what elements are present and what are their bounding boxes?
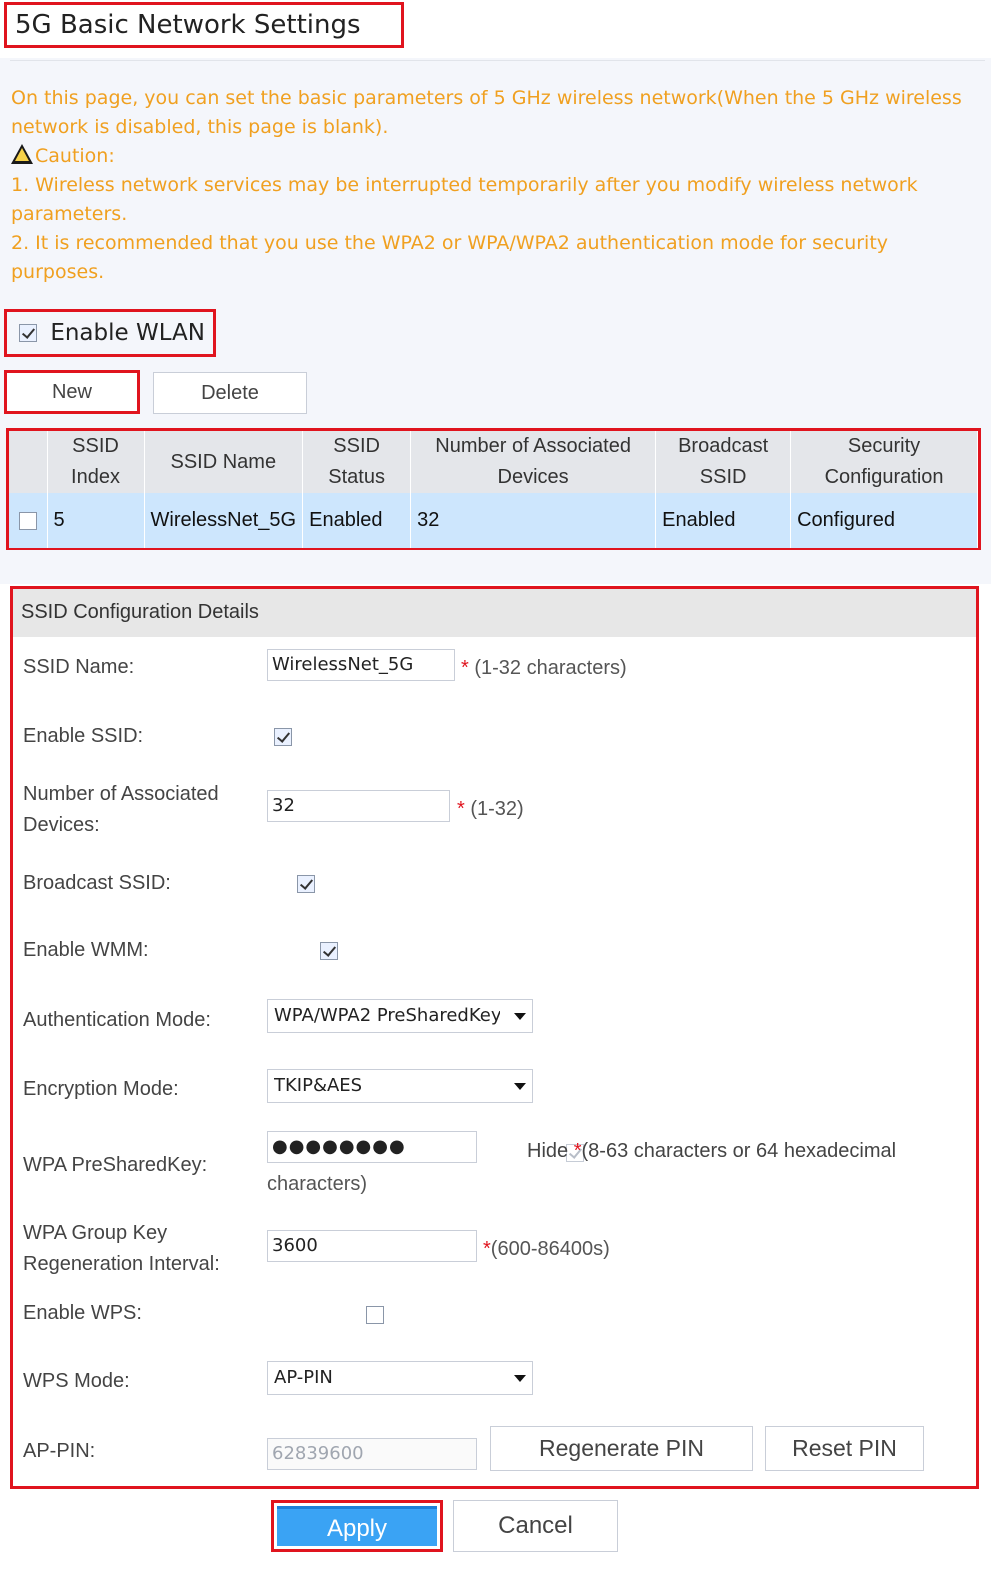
column-header-ssid-index: SSID Index bbox=[47, 431, 145, 493]
psk-label: WPA PreSharedKey: bbox=[23, 1154, 208, 1176]
warning-icon bbox=[11, 144, 33, 164]
broadcast-ssid-checkbox[interactable] bbox=[297, 874, 316, 893]
table-header-row: SSID Index SSID Name SSID Status Number of… bbox=[9, 431, 978, 493]
wps-mode-label: WPS Mode: bbox=[23, 1370, 130, 1392]
associated-devices-hint: * (1-32) bbox=[457, 798, 524, 820]
group-key-input[interactable]: 3600 bbox=[267, 1230, 477, 1262]
enable-wmm-checkbox[interactable] bbox=[320, 941, 339, 960]
ssid-name-input[interactable]: WirelessNet_5G bbox=[267, 649, 455, 681]
table-row[interactable]: 5 WirelessNet_5G Enabled 32 Enabled Conf… bbox=[9, 493, 978, 548]
regenerate-pin-button[interactable]: Regenerate PIN bbox=[490, 1426, 753, 1471]
enable-ssid-checkbox[interactable] bbox=[274, 727, 292, 746]
cell-broadcast-ssid: Enabled bbox=[655, 493, 792, 548]
divider bbox=[10, 60, 985, 61]
notice-text: On this page, you can set the basic para… bbox=[11, 87, 962, 283]
select-column-header bbox=[9, 431, 48, 493]
reset-pin-button[interactable]: Reset PIN bbox=[765, 1426, 924, 1471]
encryption-mode-select[interactable]: TKIP&AES bbox=[267, 1069, 533, 1103]
chevron-down-icon bbox=[514, 1083, 526, 1090]
cell-security: Configured bbox=[790, 493, 978, 548]
enable-wlan-label: Enable WLAN bbox=[50, 320, 205, 346]
column-header-security: Security Configuration bbox=[790, 431, 978, 493]
psk-hint: Hide *(8-63 characters or 64 hexadecimal bbox=[527, 1140, 897, 1162]
chevron-down-icon bbox=[514, 1013, 526, 1020]
ssid-config-panel: SSID Configuration Details SSID Name: Wi… bbox=[10, 586, 979, 1489]
row-select-cell[interactable] bbox=[9, 493, 48, 548]
enable-wlan-toggle[interactable]: Enable WLAN bbox=[4, 309, 216, 357]
cancel-button[interactable]: Cancel bbox=[453, 1500, 618, 1552]
column-header-associated-devices: Number of Associated Devices bbox=[410, 431, 657, 493]
column-header-broadcast-ssid: Broadcast SSID bbox=[655, 431, 792, 493]
enable-wps-checkbox[interactable] bbox=[366, 1305, 385, 1324]
caution-label: Caution: bbox=[35, 145, 115, 167]
column-header-ssid-name: SSID Name bbox=[144, 431, 304, 493]
associated-devices-label: Number of Associated Devices: bbox=[23, 783, 219, 836]
page-title: 5G Basic Network Settings bbox=[4, 2, 404, 48]
psk-input[interactable]: ●●●●●●●● bbox=[267, 1131, 477, 1163]
auth-mode-label: Authentication Mode: bbox=[23, 1009, 211, 1031]
enable-ssid-label: Enable SSID: bbox=[23, 725, 144, 747]
associated-devices-input[interactable]: 32 bbox=[267, 790, 450, 822]
new-button[interactable]: New bbox=[4, 370, 140, 414]
cell-ssid-index: 5 bbox=[47, 493, 145, 548]
ssid-name-label: SSID Name: bbox=[23, 656, 135, 678]
hide-psk-label: Hide bbox=[527, 1140, 569, 1162]
wps-mode-select[interactable]: AP-PIN bbox=[267, 1361, 533, 1395]
psk-hint-cont: characters) bbox=[267, 1173, 368, 1195]
group-key-hint: *(600-86400s) bbox=[483, 1238, 610, 1260]
auth-mode-select[interactable]: WPA/WPA2 PreSharedKey bbox=[267, 999, 533, 1033]
ap-pin-input: 62839600 bbox=[267, 1438, 477, 1470]
ssid-name-hint: * (1-32 characters) bbox=[461, 657, 627, 679]
enable-wps-label: Enable WPS: bbox=[23, 1302, 142, 1324]
encryption-mode-label: Encryption Mode: bbox=[23, 1078, 179, 1100]
apply-button[interactable]: Apply bbox=[277, 1506, 437, 1546]
column-header-ssid-status: SSID Status bbox=[302, 431, 412, 493]
cell-ssid-status: Enabled bbox=[302, 493, 412, 548]
apply-button-wrapper: Apply bbox=[271, 1500, 443, 1552]
enable-wmm-label: Enable WMM: bbox=[23, 939, 149, 961]
delete-button[interactable]: Delete bbox=[153, 372, 307, 414]
cell-associated-devices: 32 bbox=[410, 493, 657, 548]
broadcast-ssid-label: Broadcast SSID: bbox=[23, 872, 171, 894]
cell-ssid-name: WirelessNet_5G bbox=[144, 493, 304, 548]
chevron-down-icon bbox=[514, 1375, 526, 1382]
ssid-table: SSID Index SSID Name SSID Status Number of… bbox=[6, 428, 981, 550]
ap-pin-label: AP-PIN: bbox=[23, 1440, 96, 1462]
group-key-label: WPA Group Key Regeneration Interval: bbox=[23, 1222, 220, 1275]
config-panel-header: SSID Configuration Details bbox=[13, 589, 976, 637]
row-checkbox[interactable] bbox=[18, 511, 37, 530]
enable-wlan-checkbox[interactable] bbox=[19, 324, 37, 342]
